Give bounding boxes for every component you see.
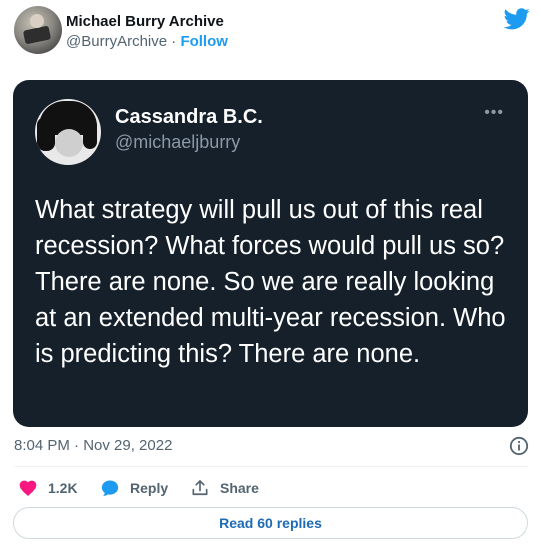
- reply-bubble-icon: [101, 480, 119, 496]
- author-handle-line: @BurryArchive · Follow: [66, 33, 228, 50]
- share-icon: [192, 480, 208, 496]
- tweet-timestamp[interactable]: 8:04 PM · Nov 29, 2022: [14, 437, 172, 454]
- like-button[interactable]: 1.2K: [18, 476, 78, 500]
- divider: [14, 466, 528, 467]
- quoted-avatar[interactable]: [35, 99, 101, 165]
- reply-button[interactable]: Reply: [100, 476, 168, 500]
- embed-header: Michael Burry Archive @BurryArchive · Fo…: [14, 6, 534, 56]
- follow-link[interactable]: Follow: [180, 33, 228, 50]
- heart-icon: [19, 480, 37, 496]
- separator: ·: [167, 33, 181, 50]
- author-name[interactable]: Michael Burry Archive: [66, 13, 224, 30]
- quoted-tweet-text: What strategy will pull us out of this r…: [35, 196, 506, 368]
- like-count: 1.2K: [48, 480, 78, 496]
- twitter-bird-icon[interactable]: [504, 8, 530, 30]
- more-icon[interactable]: •••: [484, 104, 504, 122]
- quoted-display-name[interactable]: Cassandra B.C.: [115, 106, 263, 129]
- share-button[interactable]: Share: [190, 476, 259, 500]
- quoted-handle[interactable]: @michaeljburry: [115, 132, 240, 153]
- quoted-tweet-card[interactable]: Cassandra B.C. @michaeljburry ••• What s…: [13, 80, 528, 427]
- read-replies-button[interactable]: Read 60 replies: [13, 507, 528, 539]
- author-handle[interactable]: @BurryArchive: [66, 33, 167, 50]
- author-avatar[interactable]: [14, 6, 62, 54]
- reply-label: Reply: [130, 480, 169, 496]
- info-icon[interactable]: [509, 436, 529, 456]
- share-label: Share: [220, 480, 259, 496]
- action-bar: 1.2K Reply Share: [14, 476, 528, 500]
